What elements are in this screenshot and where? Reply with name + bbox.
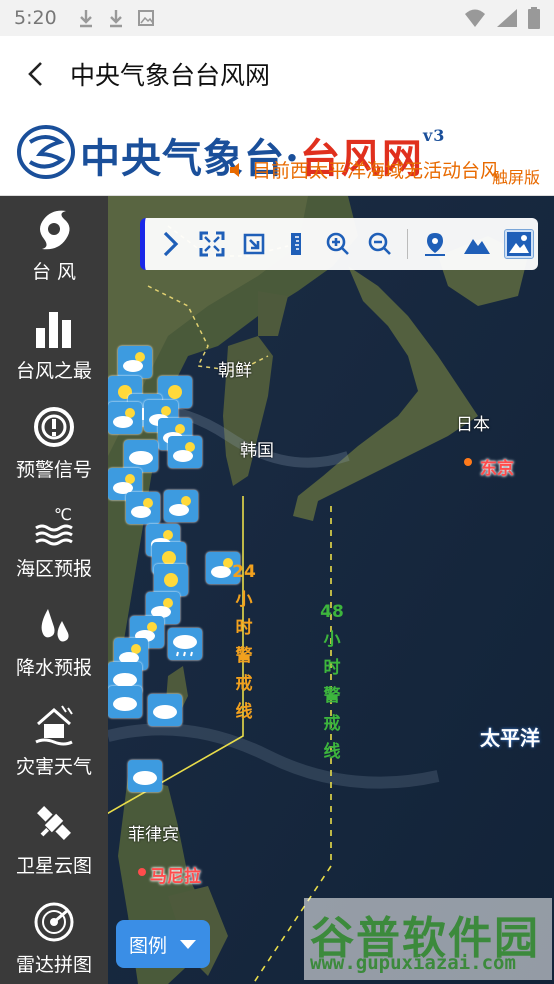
sidebar-item-label: 灾害天气 (15, 756, 92, 778)
weather-partly-cloudy-icon[interactable] (108, 402, 142, 434)
ruler-icon (291, 233, 301, 255)
weather-partly-cloudy-icon[interactable] (118, 346, 152, 378)
sidebar-item-disaster-weather[interactable]: 灾害天气 (0, 691, 108, 790)
weather-cloudy-icon[interactable] (148, 694, 182, 726)
fullscreen-icon (199, 231, 225, 257)
disaster-house-icon (35, 705, 73, 746)
back-arrow-icon (28, 62, 42, 86)
sidebar-item-label: 台风之最 (15, 360, 92, 382)
warning-signal-icon (34, 407, 74, 447)
mountain-icon (464, 239, 490, 254)
map-toolbar (140, 218, 538, 270)
map-label-tokyo: 东京 (480, 459, 514, 479)
chevron-right-icon (163, 231, 179, 257)
download-icon (79, 10, 92, 28)
signal-icon (497, 9, 517, 27)
zoom-in-button[interactable] (323, 229, 353, 259)
map-pin-icon (425, 233, 445, 256)
fullscreen-button[interactable] (197, 229, 227, 259)
touch-version-link[interactable]: 触屏版 (492, 164, 540, 188)
map-label-south-korea: 韩国 (240, 441, 274, 461)
zoom-out-icon (368, 232, 391, 255)
sidebar-item-label: 卫星云图 (15, 855, 92, 877)
weather-rain-icon[interactable] (168, 628, 202, 660)
sidebar-item-label: 雷达拼图 (15, 954, 92, 976)
watermark: 谷普软件园 www.gupuxiazai.com (304, 898, 552, 980)
typhoon-icon (40, 210, 70, 250)
weather-partly-cloudy-icon[interactable] (168, 436, 202, 468)
download-icon (109, 10, 122, 28)
announcement-marquee: 目前西太平洋海域无活动台风 (228, 156, 499, 183)
sidebar-item-label: 降水预报 (15, 657, 92, 679)
typhoon-map[interactable]: 朝鲜 韩国 日本 东京 菲律宾 马尼拉 太平洋 24 小 时 警 戒 线 48 … (108, 196, 554, 984)
brand-version: v3 (422, 126, 446, 145)
weather-cloudy-icon[interactable] (128, 760, 162, 792)
satellite-icon (37, 806, 71, 840)
toolbar-collapse-button[interactable] (155, 229, 185, 259)
ruler-button[interactable] (281, 229, 311, 259)
sidebar-item-radar[interactable]: 雷达拼图 (0, 889, 108, 984)
legend-button-label: 图例 (128, 934, 167, 957)
wifi-icon (465, 9, 485, 27)
cma-logo (17, 125, 75, 179)
back-button[interactable] (0, 36, 70, 112)
image-notification-icon (137, 10, 154, 26)
map-label-japan: 日本 (456, 415, 490, 435)
weather-partly-cloudy-icon[interactable] (164, 490, 198, 522)
sidebar-item-sea-forecast[interactable]: ℃ 海区预报 (0, 493, 108, 592)
zoom-out-button[interactable] (365, 229, 395, 259)
weather-partly-cloudy-icon[interactable] (126, 492, 160, 524)
marquee-text: 目前西太平洋海域无活动台风 (252, 160, 500, 182)
sidebar-item-label: 预警信号 (15, 459, 92, 481)
sidebar-item-warning-signal[interactable]: 预警信号 (0, 394, 108, 493)
sidebar: 台 风 台风之最 预警信号 ℃ 海区预报 降水预报 灾害天气 卫星云图 雷达拼图 (0, 196, 108, 984)
map-label-north-korea: 朝鲜 (218, 361, 252, 381)
speaker-icon (230, 163, 239, 177)
sidebar-item-rain-forecast[interactable]: 降水预报 (0, 592, 108, 691)
bar-chart-icon (36, 312, 71, 348)
page-title: 中央气象台台风网 (70, 61, 271, 90)
reset-view-button[interactable] (239, 229, 269, 259)
terrain-button[interactable] (462, 229, 492, 259)
battery-icon (528, 7, 540, 29)
reset-view-icon (243, 233, 265, 255)
warning-line-24h-label: 24 小 时 警 戒 线 (232, 562, 256, 722)
watermark-url: www.gupuxiazai.com (310, 952, 516, 974)
sidebar-item-satellite[interactable]: 卫星云图 (0, 790, 108, 889)
warning-line-48h-label: 48 小 时 警 戒 线 (320, 602, 344, 762)
sea-temp-label: ℃ (54, 505, 72, 524)
legend-button[interactable]: 图例 (116, 920, 210, 968)
sidebar-item-typhoon[interactable]: 台 风 (0, 196, 108, 295)
location-button[interactable] (420, 229, 450, 259)
triangle-down-icon (180, 940, 196, 949)
weather-cloudy-icon[interactable] (108, 686, 142, 718)
site-banner: 中央气象台·台风网v3 目前西太平洋海域无活动台风 触屏版 (0, 112, 554, 196)
app-bar: 中央气象台台风网 (0, 36, 554, 112)
satellite-layer-icon (507, 232, 531, 256)
status-bar: 5:20 (0, 0, 554, 36)
rain-drops-icon (41, 609, 69, 642)
satellite-layer-button[interactable] (504, 229, 534, 259)
sea-forecast-icon: ℃ (35, 505, 73, 546)
map-label-pacific: 太平洋 (480, 726, 540, 750)
zoom-in-icon (326, 232, 349, 255)
status-time: 5:20 (14, 7, 57, 29)
map-label-philippines: 菲律宾 (128, 825, 179, 845)
map-label-manila: 马尼拉 (150, 867, 201, 887)
sidebar-item-label: 台 风 (31, 261, 77, 283)
sidebar-item-typhoon-records[interactable]: 台风之最 (0, 295, 108, 394)
radar-icon (34, 902, 74, 942)
toolbar-divider (407, 229, 408, 259)
sidebar-item-label: 海区预报 (15, 558, 92, 580)
